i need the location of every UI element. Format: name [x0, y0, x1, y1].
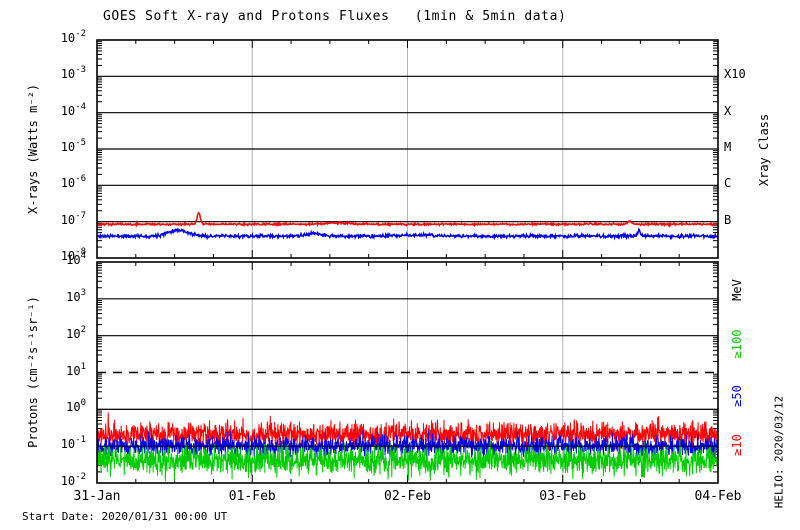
xray-ytick-label: 10-4 [60, 101, 86, 118]
x-tick-label: 03-Feb [539, 489, 587, 504]
start-date-label: Start Date: 2020/01/31 00:00 UT [22, 510, 228, 523]
xray-ytick-label: 10-7 [60, 210, 86, 227]
chart-title: GOES Soft X-ray and Protons Fluxes (1min… [103, 9, 567, 24]
x-tick-label: 31-Jan [73, 489, 121, 504]
energy-threshold-label: ≥50 [730, 385, 744, 407]
proton-ytick-label: 100 [66, 398, 86, 415]
xray-class-label: B [724, 212, 732, 227]
xray-ytick-label: 10-3 [60, 65, 86, 82]
xray-class-label: X [724, 103, 732, 118]
credit-label: HELIO: 2020/03/12 [772, 395, 786, 509]
xray-ytick-label: 10-2 [60, 29, 86, 45]
proton-ytick-label: 103 [66, 287, 86, 304]
mev-axis-label: MeV [730, 279, 744, 301]
proton-ytick-label: 10-2 [60, 472, 86, 488]
xray-ytick-label: 10-5 [60, 138, 86, 154]
xray-class-axis-label: Xray Class [757, 113, 771, 187]
goes-flux-chart [96, 39, 719, 484]
proton-ytick-label: 101 [66, 361, 86, 378]
x-tick-label: 01-Feb [228, 489, 276, 504]
xray-class-label: M [724, 140, 732, 154]
xray-class-label: X10 [724, 67, 746, 82]
xray-class-label: C [724, 176, 732, 191]
energy-threshold-label: ≥10 [730, 434, 744, 456]
xray-ytick-label: 10-6 [60, 174, 86, 191]
x-tick-label: 04-Feb [694, 489, 742, 504]
proton-ytick-label: 104 [66, 251, 86, 267]
proton-ytick-label: 10-1 [60, 435, 86, 452]
goes-flux-figure: { "title": "GOES Soft X-ray and Protons … [0, 0, 800, 530]
x-tick-label: 02-Feb [384, 489, 431, 504]
energy-threshold-label: ≥100 [730, 329, 744, 359]
proton-ytick-label: 102 [66, 324, 86, 341]
